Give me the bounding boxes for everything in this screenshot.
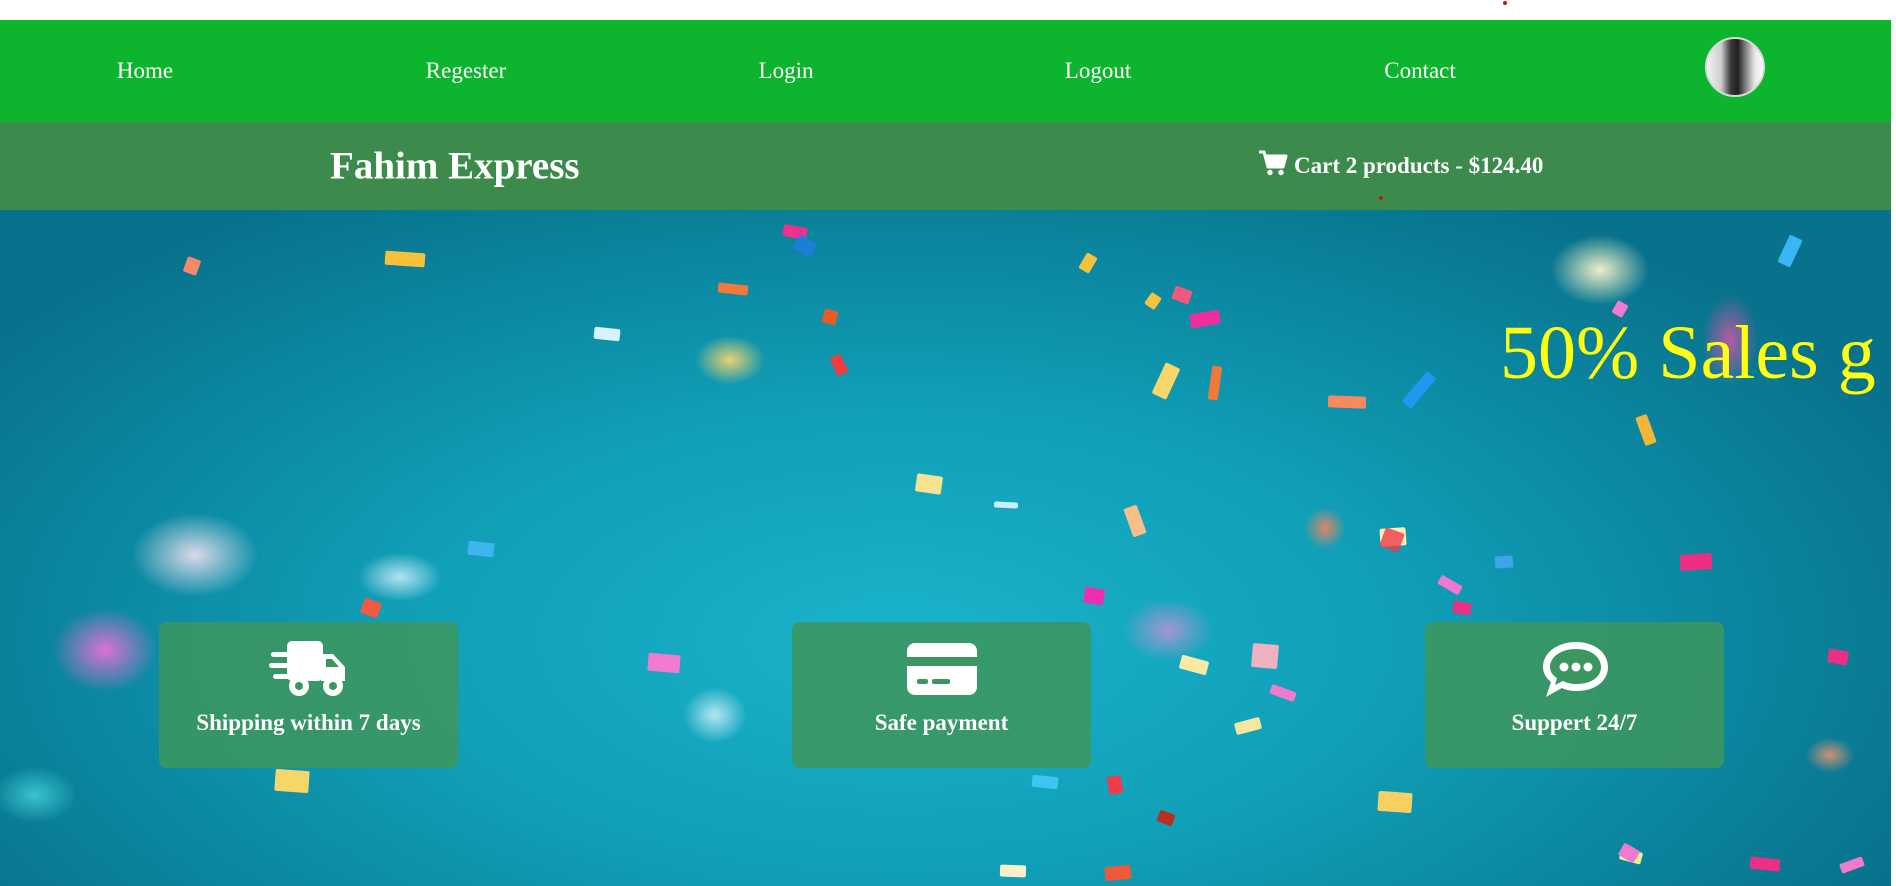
nav-login[interactable]: Login [759,58,814,84]
confetti [1078,252,1098,274]
confetti [914,473,944,495]
confetti [1031,774,1059,790]
feature-payment: Safe payment [792,622,1091,768]
confetti [1452,600,1472,616]
nav-register[interactable]: Regester [426,58,506,84]
confetti [1494,555,1514,569]
feature-label: Suppert 24/7 [1511,710,1638,735]
confetti [1377,790,1413,814]
confetti [274,768,310,794]
confetti [1104,864,1132,882]
user-avatar[interactable] [1705,37,1765,97]
nav-logout[interactable]: Logout [1065,58,1131,84]
confetti [384,250,426,268]
shipping-truck-icon [268,638,349,700]
confetti [1269,683,1297,703]
shopping-cart-icon [1258,149,1288,183]
chat-bubble-icon [1540,638,1610,700]
feature-label: Shipping within 7 days [196,710,421,735]
confetti [717,282,749,296]
nav-contact[interactable]: Contact [1384,58,1456,84]
confetti [1144,291,1162,311]
confetti [829,353,849,377]
confetti [993,501,1019,509]
confetti [467,540,495,558]
cart-summary[interactable]: Cart 2 products - $124.40 [1258,149,1543,183]
confetti [821,308,839,326]
confetti [1151,362,1181,400]
confetti [1327,395,1367,409]
confetti [1437,574,1463,596]
brand-bar: Fahim Express Cart 2 products - $124.40 [0,122,1891,210]
cart-text: Cart 2 products - $124.40 [1294,153,1544,178]
decorative-dot [1379,196,1383,200]
confetti [999,864,1027,878]
confetti [1207,365,1223,401]
decorative-dot [1503,1,1507,5]
confetti [1251,642,1279,670]
confetti [1749,856,1781,872]
nav-home[interactable]: Home [117,58,173,84]
confetti [647,652,681,674]
site-title[interactable]: Fahim Express [330,144,580,189]
top-nav: Home Regester Login Logout Contact [0,20,1891,122]
credit-card-icon [906,638,977,700]
confetti [182,256,202,276]
confetti [1123,504,1147,538]
feature-support: Suppert 24/7 [1425,622,1724,768]
promo-text: 50% Sales g [1500,311,1876,395]
confetti [593,326,621,342]
confetti [1233,716,1263,736]
confetti [1839,856,1865,874]
confetti [1082,586,1106,606]
confetti [1171,285,1193,305]
feature-label: Safe payment [874,710,1009,735]
confetti [1679,552,1713,572]
hero-banner: 50% Sales g Shipping within 7 days Safe … [0,210,1891,886]
confetti [1826,648,1850,666]
confetti [1635,413,1657,447]
confetti [1178,654,1210,676]
confetti [1777,234,1803,268]
confetti [359,597,383,619]
confetti [1106,774,1124,796]
confetti [1156,809,1176,827]
confetti [1401,370,1437,410]
feature-shipping: Shipping within 7 days [159,622,458,768]
confetti [1189,309,1221,329]
